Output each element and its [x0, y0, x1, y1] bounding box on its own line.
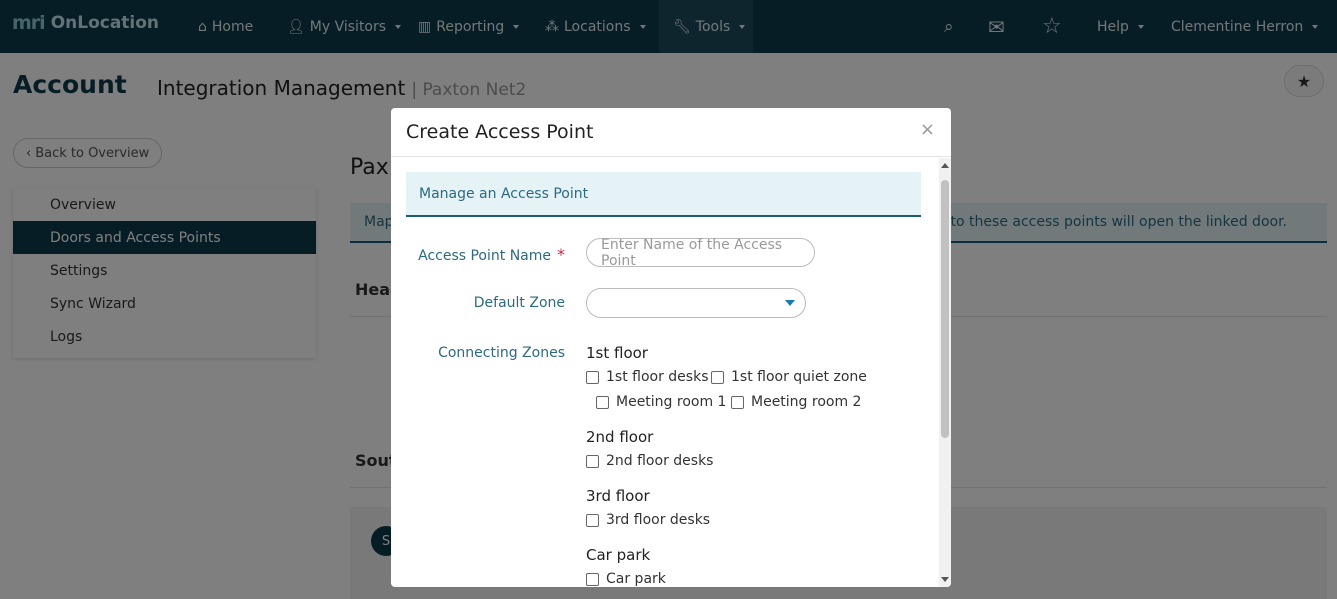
- zone-option-label: Car park: [606, 571, 666, 587]
- access-point-name-label: Access Point Name *: [418, 245, 565, 264]
- access-point-name-label-text: Access Point Name: [418, 248, 551, 264]
- access-point-name-input[interactable]: Enter Name of the Access Point: [586, 237, 815, 269]
- zone-option[interactable]: 3rd floor desks: [586, 512, 710, 528]
- close-icon[interactable]: ×: [920, 119, 935, 140]
- zone-option[interactable]: 1st floor quiet zone: [711, 369, 867, 385]
- zone-option-label: 1st floor quiet zone: [731, 369, 867, 385]
- zone-option-label: 2nd floor desks: [606, 453, 714, 469]
- modal-scrollbar[interactable]: [939, 158, 951, 587]
- zone-option[interactable]: 2nd floor desks: [586, 453, 713, 469]
- scroll-down-icon[interactable]: [941, 577, 949, 582]
- panel-heading: Manage an Access Point: [406, 172, 921, 217]
- zone-option[interactable]: Meeting room 1: [596, 394, 726, 410]
- checkbox[interactable]: [596, 395, 609, 409]
- checkbox[interactable]: [586, 572, 599, 586]
- modal-body: Manage an Access Point Access Point Name…: [391, 158, 939, 587]
- zone-group-title: Car park: [586, 546, 651, 564]
- scrollbar-thumb[interactable]: [941, 180, 949, 438]
- create-access-point-modal: Create Access Point × Manage an Access P…: [391, 108, 951, 587]
- zone-option[interactable]: 1st floor desks: [586, 369, 709, 385]
- checkbox[interactable]: [586, 454, 599, 468]
- checkbox[interactable]: [731, 395, 744, 409]
- default-zone-label: Default Zone: [473, 295, 565, 311]
- modal-title: Create Access Point: [406, 121, 594, 143]
- modal-header: Create Access Point ×: [391, 108, 951, 157]
- connecting-zones-label: Connecting Zones: [438, 345, 565, 361]
- checkbox[interactable]: [586, 370, 599, 384]
- zone-option-label: 3rd floor desks: [606, 512, 711, 528]
- zone-option-label: Meeting room 1: [616, 394, 727, 410]
- required-asterisk: *: [557, 245, 565, 264]
- scroll-up-icon[interactable]: [941, 163, 949, 168]
- zone-option-label: Meeting room 2: [751, 394, 862, 410]
- checkbox[interactable]: [711, 370, 724, 384]
- zone-group-title: 2nd floor: [586, 428, 654, 446]
- zone-option-label: 1st floor desks: [606, 369, 709, 385]
- zone-group-title: 1st floor: [586, 344, 648, 362]
- checkbox[interactable]: [586, 513, 599, 527]
- default-zone-select[interactable]: [586, 288, 806, 318]
- zone-group-title: 3rd floor: [586, 487, 650, 505]
- zone-option[interactable]: Car park: [586, 571, 666, 587]
- zone-option[interactable]: Meeting room 2: [731, 394, 861, 410]
- chevron-down-icon: [785, 300, 795, 306]
